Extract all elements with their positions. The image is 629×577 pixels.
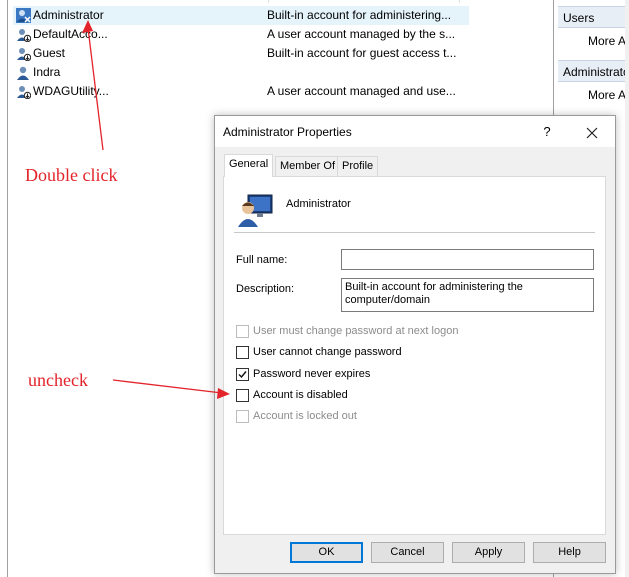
close-icon xyxy=(586,127,598,139)
full-name-field[interactable] xyxy=(341,249,594,270)
checkbox-label: Password never expires xyxy=(253,368,371,380)
user-icon xyxy=(16,8,31,23)
more-actions-link[interactable]: More Ac xyxy=(588,88,629,102)
user-name: Indra xyxy=(33,65,61,79)
user-disabled-icon xyxy=(17,86,31,99)
more-actions-link[interactable]: More Ac xyxy=(588,34,629,48)
list-item-defaultaccount[interactable]: DefaultAcco... A user account managed by… xyxy=(13,25,553,44)
dialog-titlebar[interactable]: Administrator Properties ? xyxy=(215,116,615,147)
list-item-administrator[interactable]: Administrator Built-in account for admin… xyxy=(13,6,469,25)
list-item-wdagutility[interactable]: WDAGUtility... A user account managed an… xyxy=(13,82,553,101)
user-disabled-icon xyxy=(17,48,31,61)
annotation-uncheck: uncheck xyxy=(28,370,88,390)
checkbox[interactable] xyxy=(236,346,249,359)
user-name: Administrator xyxy=(33,8,104,22)
dialog-title: Administrator Properties xyxy=(223,125,352,139)
list-item-indra[interactable]: Indra xyxy=(13,63,553,82)
tab-member-of[interactable]: Member Of xyxy=(275,156,341,176)
annotation-double-click: Double click xyxy=(25,165,118,185)
user-name: DefaultAcco... xyxy=(33,27,108,41)
tab-general[interactable]: General xyxy=(224,154,274,177)
general-tab-page: Administrator Full name: Description: Bu… xyxy=(223,176,606,535)
checkbox[interactable] xyxy=(236,389,249,402)
properties-dialog: Administrator Properties ? General Membe… xyxy=(214,115,616,574)
checkbox-label: Account is disabled xyxy=(253,389,348,401)
checkmark-icon xyxy=(238,371,247,379)
help-icon[interactable]: ? xyxy=(533,121,561,143)
user-name: Guest xyxy=(33,46,66,60)
user-icon xyxy=(17,66,29,80)
tree-pane-edge xyxy=(0,0,8,577)
description-label: Description: xyxy=(236,283,295,295)
column-divider[interactable] xyxy=(459,0,460,3)
actions-header-users[interactable]: Users xyxy=(558,6,629,28)
user-disabled-icon xyxy=(17,29,31,42)
user-heading: Administrator xyxy=(286,198,351,210)
checkbox[interactable] xyxy=(236,368,249,381)
checkbox-label: Account is locked out xyxy=(253,410,357,422)
full-name-label: Full name: xyxy=(236,254,288,266)
apply-button[interactable]: Apply xyxy=(452,542,525,563)
user-description: Built-in account for guest access t... xyxy=(267,46,457,60)
user-description: A user account managed and use... xyxy=(267,84,456,98)
help-button[interactable]: Help xyxy=(533,542,606,563)
user-description: Built-in account for administering... xyxy=(267,8,452,22)
list-item-guest[interactable]: Guest Built-in account for guest access … xyxy=(13,44,553,63)
divider xyxy=(234,232,595,233)
ok-button[interactable]: OK xyxy=(290,542,363,563)
checkbox[interactable] xyxy=(236,410,249,423)
actions-header-administrator[interactable]: Administrator xyxy=(558,60,629,82)
tab-profile[interactable]: Profile xyxy=(337,156,379,176)
checkbox-label: User must change password at next logon xyxy=(253,325,459,337)
close-button[interactable] xyxy=(575,120,609,144)
screenshot: Administrator Built-in account for admin… xyxy=(0,0,629,577)
cancel-button[interactable]: Cancel xyxy=(371,542,444,563)
user-name: WDAGUtility... xyxy=(33,84,109,98)
checkbox-label: User cannot change password xyxy=(253,346,402,358)
scrollbar[interactable] xyxy=(625,0,629,577)
user-description: A user account managed by the s... xyxy=(267,27,456,41)
column-divider[interactable] xyxy=(268,0,269,3)
description-field[interactable]: Built-in account for administering the c… xyxy=(341,278,594,312)
checkbox[interactable] xyxy=(236,325,249,338)
user-icon xyxy=(238,194,273,227)
